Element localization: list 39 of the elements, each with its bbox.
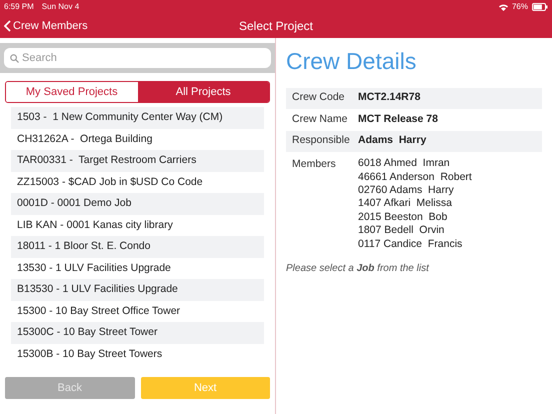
hint-text: Please select a Job from the list [286,262,430,276]
back-link[interactable]: Crew Members [4,18,88,34]
project-row[interactable]: TAR00331 - Target Restroom Carriers [11,150,264,172]
member-name: 0117 Candice Francis [358,238,464,251]
status-time: 6:59 PM [4,1,34,13]
field-label: Responsible [292,133,351,148]
member-name: 1407 Afkari Melissa [358,197,453,211]
project-row[interactable]: B13530 - 1 ULV Facilities Upgrade [11,279,264,300]
member-name: 1807 Bedell Orvin [358,224,446,238]
chevron-left-icon [4,20,11,32]
field-label: Crew Code [292,90,346,106]
member-name: 2015 Beeston Bob [358,210,448,224]
field-value: Adams Harry [358,133,426,148]
project-row[interactable]: 15300B - 10 Bay Street Towers [11,344,264,365]
wifi-icon [498,4,508,10]
project-row[interactable]: 1503 - 1 New Community Center Way (CM) [11,107,264,128]
project-row[interactable]: 13530 - 1 ULV Facilities Upgrade [11,258,264,279]
segment-tab[interactable]: All Projects [138,82,269,102]
project-row[interactable]: 18011 - 1 Bloor St. E. Condo [11,236,264,258]
status-date: Sun Nov 4 [42,1,80,13]
project-row[interactable]: 15300C - 10 Bay Street Tower [11,322,264,344]
field-label: Crew Name [292,112,348,127]
member-name: 6018 Ahmed Imran [358,157,451,170]
field-value: MCT Release 78 [358,112,438,127]
project-row[interactable]: ZZ15003 - $CAD Job in $USD Co Code [11,172,264,193]
member-name: 02760 Adams Harry [358,184,455,198]
project-row[interactable]: LIB KAN - 0001 Kanas city library [11,214,264,236]
project-row[interactable]: CH31262A - Ortega Building [11,128,264,150]
battery-percent: 76% [512,1,528,13]
nav-title: Select Project [238,18,314,35]
project-row[interactable]: 15300 - 10 Bay Street Office Tower [11,300,264,322]
search-field[interactable]: Search [4,48,271,68]
battery-icon [532,3,548,11]
members-label: Members [292,157,337,172]
search-icon [10,54,19,63]
member-name: 46661 Anderson Robert [358,170,472,184]
project-row[interactable]: 0001D - 0001 Demo Job [11,193,264,214]
crew-details-title: Crew Details [286,48,418,76]
field-value: MCT2.14R78 [358,90,420,106]
